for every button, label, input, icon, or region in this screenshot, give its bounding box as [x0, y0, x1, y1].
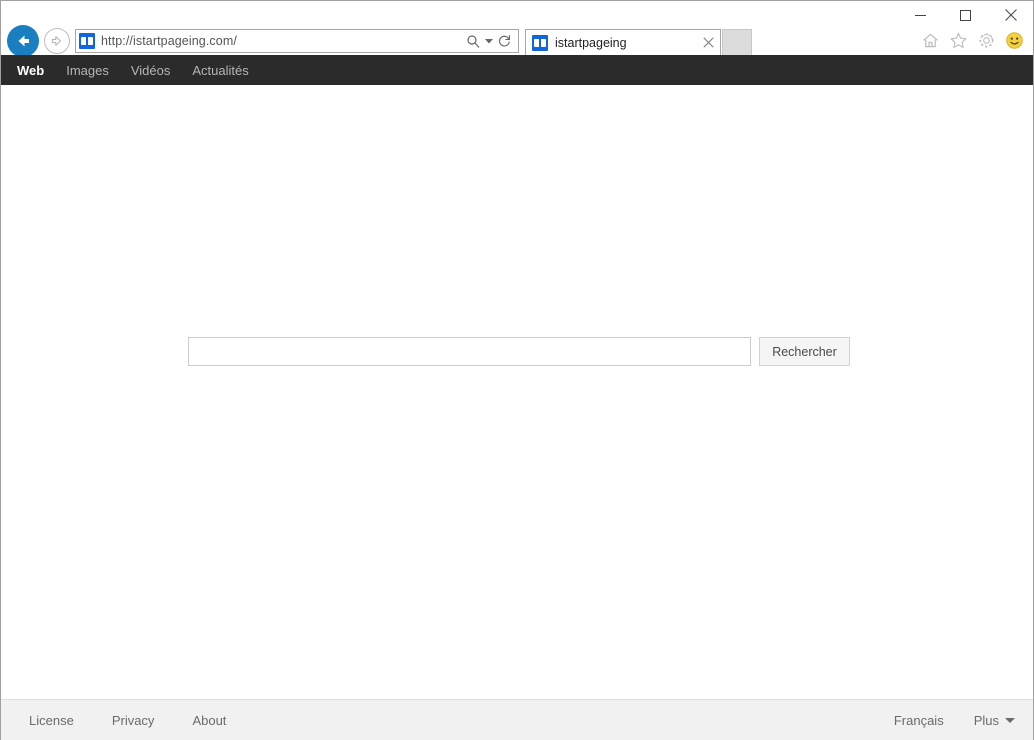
- footer-link-license[interactable]: License: [29, 713, 74, 728]
- footer-link-privacy[interactable]: Privacy: [112, 713, 155, 728]
- search-icon: [466, 35, 479, 48]
- tab-close-button[interactable]: [700, 35, 716, 51]
- browser-chrome: http://istartpageing.com/ istartpageing: [1, 1, 1033, 58]
- search-form: Rechercher: [188, 337, 850, 366]
- nav-item-news[interactable]: Actualités: [192, 63, 248, 78]
- new-tab-button[interactable]: [722, 29, 752, 55]
- page-viewport: Web Images Vidéos Actualités Rechercher …: [1, 55, 1033, 740]
- caret-down-icon: [1005, 718, 1015, 723]
- book-favicon: [532, 34, 548, 51]
- chevron-down-icon: [484, 38, 493, 43]
- site-nav: Web Images Vidéos Actualités: [1, 55, 1033, 85]
- footer-language-selector[interactable]: Français: [894, 713, 944, 728]
- page-main: Rechercher: [1, 85, 1033, 699]
- nav-item-web[interactable]: Web: [17, 63, 44, 78]
- nav-item-videos[interactable]: Vidéos: [131, 63, 171, 78]
- forward-button[interactable]: [44, 28, 70, 54]
- footer-more-label: Plus: [973, 713, 999, 728]
- favorites-star-icon: [950, 32, 966, 48]
- favorites-button[interactable]: [947, 29, 969, 51]
- arrow-right-icon: [51, 36, 62, 46]
- browser-toolbar-icons: [919, 29, 1025, 51]
- refresh-icon: [498, 34, 511, 47]
- home-button[interactable]: [919, 29, 941, 51]
- site-footer: License Privacy About Français Plus: [1, 699, 1033, 740]
- address-bar[interactable]: http://istartpageing.com/: [75, 29, 519, 53]
- search-input[interactable]: [188, 337, 751, 366]
- footer-more-menu[interactable]: Plus: [974, 713, 1015, 728]
- feedback-button[interactable]: [1003, 29, 1025, 51]
- settings-button[interactable]: [975, 29, 997, 51]
- browser-window: http://istartpageing.com/ istartpageing …: [0, 0, 1034, 740]
- search-dropdown-button[interactable]: [484, 31, 493, 51]
- close-button[interactable]: [988, 1, 1033, 29]
- close-icon: [702, 37, 714, 48]
- browser-tab[interactable]: istartpageing: [525, 29, 721, 55]
- search-submit-button[interactable]: Rechercher: [759, 337, 850, 366]
- minimize-button[interactable]: [898, 1, 943, 29]
- book-favicon: [79, 33, 95, 49]
- settings-gear-icon: [978, 32, 994, 48]
- home-icon: [922, 33, 938, 47]
- maximize-icon: [960, 9, 971, 21]
- nav-item-images[interactable]: Images: [66, 63, 109, 78]
- search-icon-button[interactable]: [463, 31, 482, 51]
- feedback-smiley-icon: [1005, 31, 1023, 49]
- close-icon: [1004, 9, 1017, 21]
- arrow-left-icon: [18, 35, 29, 47]
- minimize-icon: [915, 14, 926, 16]
- window-controls: [898, 1, 1033, 29]
- browser-tab-title: istartpageing: [555, 35, 627, 50]
- maximize-button[interactable]: [943, 1, 988, 29]
- address-bar-icons: [463, 31, 514, 51]
- footer-link-about[interactable]: About: [192, 713, 226, 728]
- address-bar-url[interactable]: http://istartpageing.com/: [101, 34, 463, 48]
- back-button[interactable]: [7, 25, 39, 57]
- refresh-button[interactable]: [495, 31, 514, 51]
- footer-links-right: Français Plus: [864, 713, 1015, 728]
- footer-links-left: License Privacy About: [29, 713, 264, 728]
